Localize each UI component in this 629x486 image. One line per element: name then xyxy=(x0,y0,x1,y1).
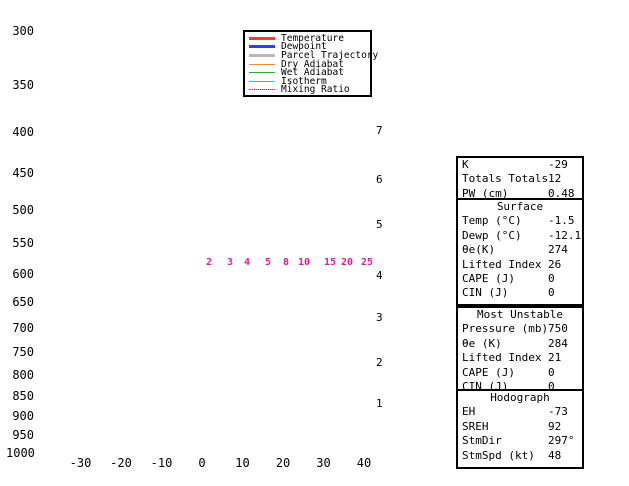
skewt-chart-canvas xyxy=(0,0,629,486)
skewt-sounding-screenshot: 300 350 400 450 500 550 600 650 700 750 800 850 900 9… xyxy=(0,0,629,486)
